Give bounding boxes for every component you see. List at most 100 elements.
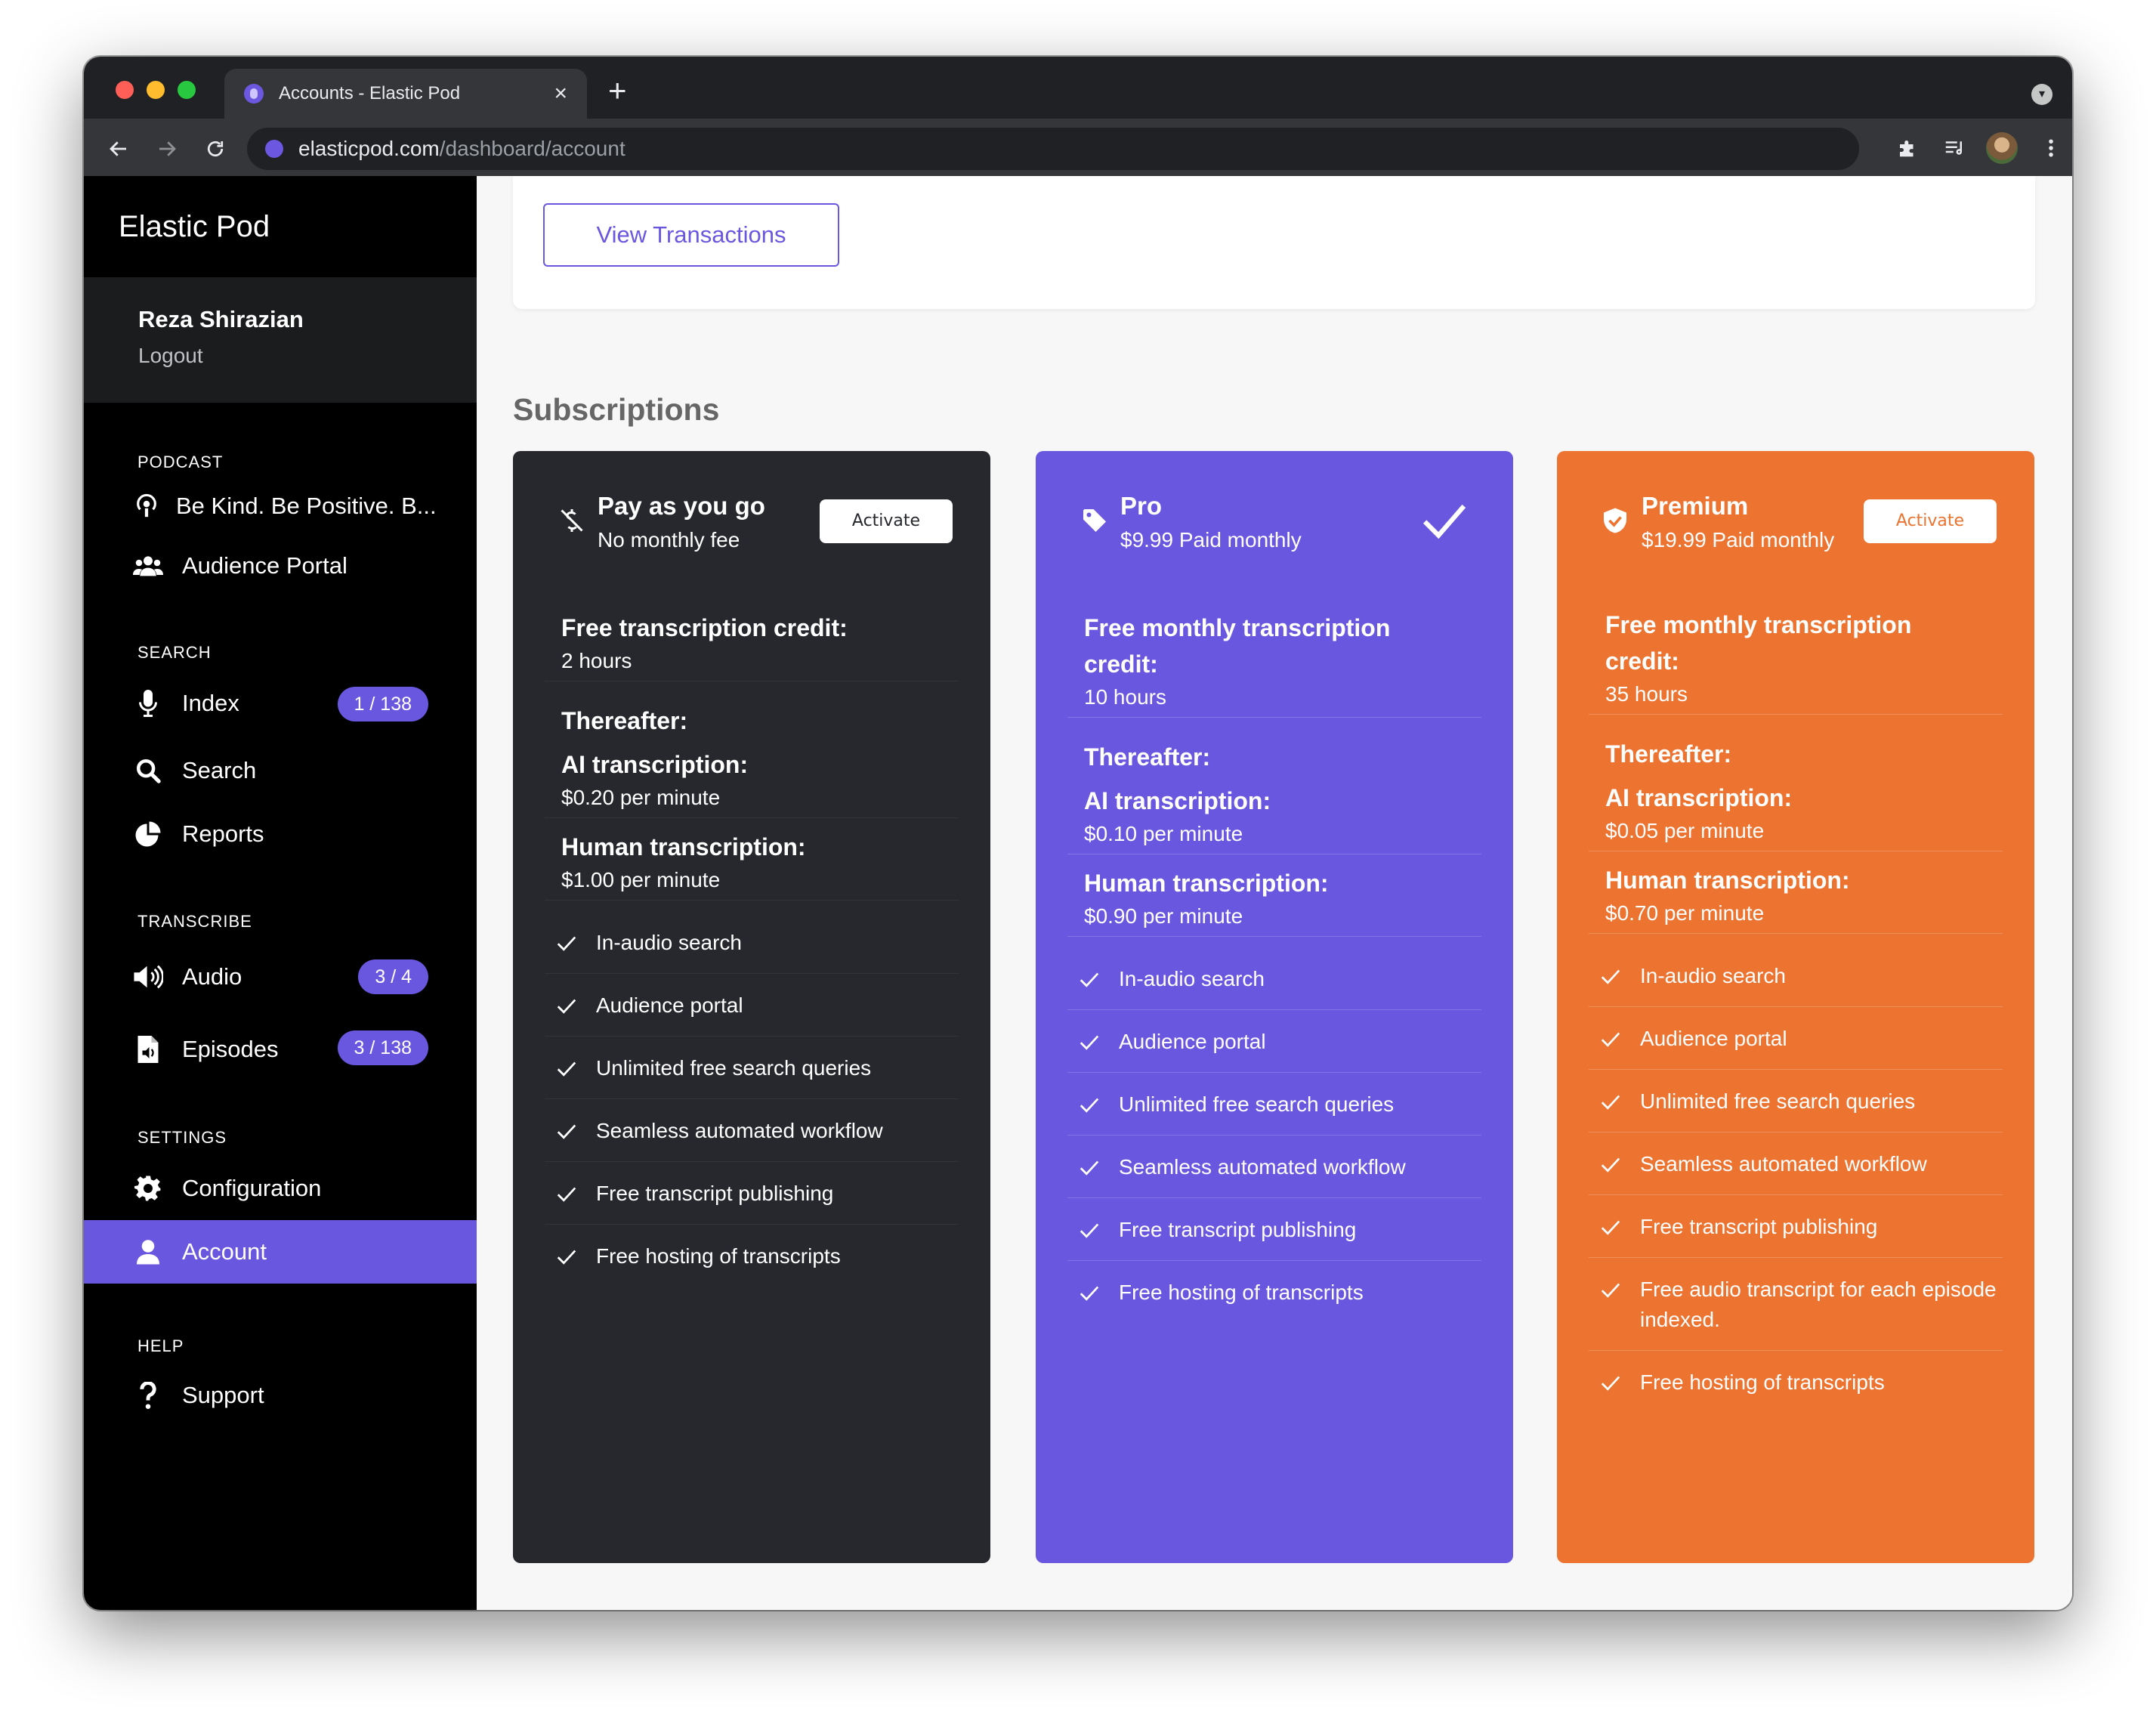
new-tab-button[interactable]: + [608,75,627,107]
activate-button[interactable]: Activate [1864,499,1997,543]
feature-item: Unlimited free search queries [1589,1070,2003,1132]
minimize-window-button[interactable] [147,81,165,99]
feature-label: In-audio search [1119,967,1265,990]
address-bar[interactable]: elasticpod.com/dashboard/account [247,128,1859,170]
sidebar-item-audio[interactable]: Audio 3 / 4 [84,941,477,1013]
feature-label: Free hosting of transcripts [1119,1281,1364,1304]
maximize-window-button[interactable] [178,81,196,99]
check-icon [1599,1275,1625,1305]
feature-item: Free transcript publishing [1589,1195,2003,1257]
search-icon [132,755,164,786]
feature-label: Free transcript publishing [1640,1215,1878,1238]
feature-item: Free hosting of transcripts [1589,1351,2003,1413]
section-label-search: SEARCH [137,643,212,662]
back-arrow-icon[interactable] [102,131,135,164]
question-mark-icon [132,1380,164,1411]
human-transcription-label: Human transcription: [1084,870,1329,897]
feature-item: Free hosting of transcripts [1067,1261,1481,1323]
human-transcription-label: Human transcription: [561,833,806,861]
close-tab-icon[interactable]: × [554,82,567,105]
feature-item: Free transcript publishing [545,1162,959,1224]
logout-link[interactable]: Logout [138,344,477,368]
feature-label: Audience portal [1119,1030,1266,1053]
ai-transcription-price: $0.10 per minute [1084,822,1243,845]
feature-label: Free audio transcript for each episode i… [1640,1278,1997,1331]
feature-label: Audience portal [1640,1027,1787,1050]
human-transcription-label: Human transcription: [1605,867,1850,894]
plan-name: Pro [1120,492,1163,520]
check-icon [555,1116,581,1146]
browser-menu-icon[interactable] [2034,131,2068,164]
episodes-count-badge: 3 / 138 [337,1030,428,1065]
sidebar-item-account[interactable]: Account [84,1220,477,1284]
sidebar-item-podcast[interactable]: Be Kind. Be Positive. B... [84,478,477,534]
check-icon [555,1179,581,1209]
section-label-transcribe: TRANSCRIBE [137,912,252,931]
feature-label: In-audio search [596,931,743,954]
sidebar-item-label: Index [182,690,239,716]
tab-search-icon[interactable]: ▾ [2031,84,2053,105]
close-window-button[interactable] [116,81,134,99]
feature-item: Free audio transcript for each episode i… [1589,1258,2003,1350]
check-icon [1599,1024,1625,1054]
feature-label: Seamless automated workflow [1119,1155,1406,1179]
sidebar-item-audience-portal[interactable]: Audience Portal [84,534,477,598]
plan-card-pro: Pro $9.99 Paid monthly Free monthly tran… [1036,451,1513,1563]
thereafter-label: Thereafter: [1605,740,1732,768]
plan-subtitle: No monthly fee [598,528,740,552]
browser-tab-bar: Accounts - Elastic Pod × + ▾ [84,57,2072,119]
feature-item: Free transcript publishing [1067,1198,1481,1260]
site-favicon-icon [265,140,283,158]
feature-label: Unlimited free search queries [1640,1089,1916,1113]
feature-list: In-audio search Audience portal Unlimited … [1067,947,1481,1323]
gear-icon [132,1173,164,1204]
section-label-podcast: PODCAST [137,453,224,471]
feature-item: Audience portal [1589,1007,2003,1069]
human-transcription-price: $0.90 per minute [1084,904,1243,928]
browser-toolbar: elasticpod.com/dashboard/account [84,119,2072,176]
plan-card-premium: Premium $19.99 Paid monthly Activate Fre… [1557,451,2034,1563]
feature-list: In-audio search Audience portal Unlimited … [545,911,959,1287]
check-icon [1078,1089,1104,1120]
sidebar-item-configuration[interactable]: Configuration [84,1157,477,1220]
section-label-help: HELP [137,1336,184,1355]
feature-label: Seamless automated workflow [596,1119,883,1142]
sidebar-item-episodes[interactable]: Episodes 3 / 138 [84,1013,477,1086]
sidebar-item-label: Audio [182,963,242,990]
user-box: Reza Shirazian Logout [84,277,477,403]
feature-item: Unlimited free search queries [545,1037,959,1098]
activate-button[interactable]: Activate [820,499,953,543]
sidebar-item-label: Reports [182,820,264,847]
extensions-puzzle-icon[interactable] [1891,131,1924,164]
check-icon [1078,1215,1104,1245]
check-icon [555,1241,581,1271]
credit-value: 10 hours [1084,685,1166,709]
app-brand[interactable]: Elastic Pod [84,176,477,277]
sidebar-item-search[interactable]: Search [84,735,477,806]
sidebar-item-support[interactable]: Support [84,1364,477,1427]
credit-label: Free transcription credit: [561,614,848,641]
view-transactions-button[interactable]: View Transactions [543,203,839,267]
sidebar-item-index[interactable]: Index 1 / 138 [84,672,477,735]
browser-tab[interactable]: Accounts - Elastic Pod × [224,69,587,119]
ai-transcription-price: $0.20 per minute [561,786,721,809]
reload-icon[interactable] [199,131,232,164]
check-icon [1078,1152,1104,1182]
credit-value: 2 hours [561,649,632,672]
sidebar-item-reports[interactable]: Reports [84,806,477,862]
media-control-icon[interactable] [1938,131,1971,164]
podcast-icon [131,490,162,522]
index-count-badge: 1 / 138 [337,687,428,721]
forward-arrow-icon[interactable] [150,131,184,164]
feature-item: Seamless automated workflow [1589,1132,2003,1194]
user-icon [132,1236,164,1268]
profile-avatar[interactable] [1986,132,2018,164]
plan-header: Pay as you go No monthly fee Activate [513,451,990,598]
check-icon [1078,1027,1104,1057]
plan-body: Free transcription credit: 2 hours There… [513,598,990,1287]
audio-count-badge: 3 / 4 [358,959,428,994]
feature-item: In-audio search [1589,944,2003,1006]
shield-check-icon [1602,507,1629,534]
sidebar-item-label: Configuration [182,1175,322,1201]
human-transcription-price: $1.00 per minute [561,868,721,891]
